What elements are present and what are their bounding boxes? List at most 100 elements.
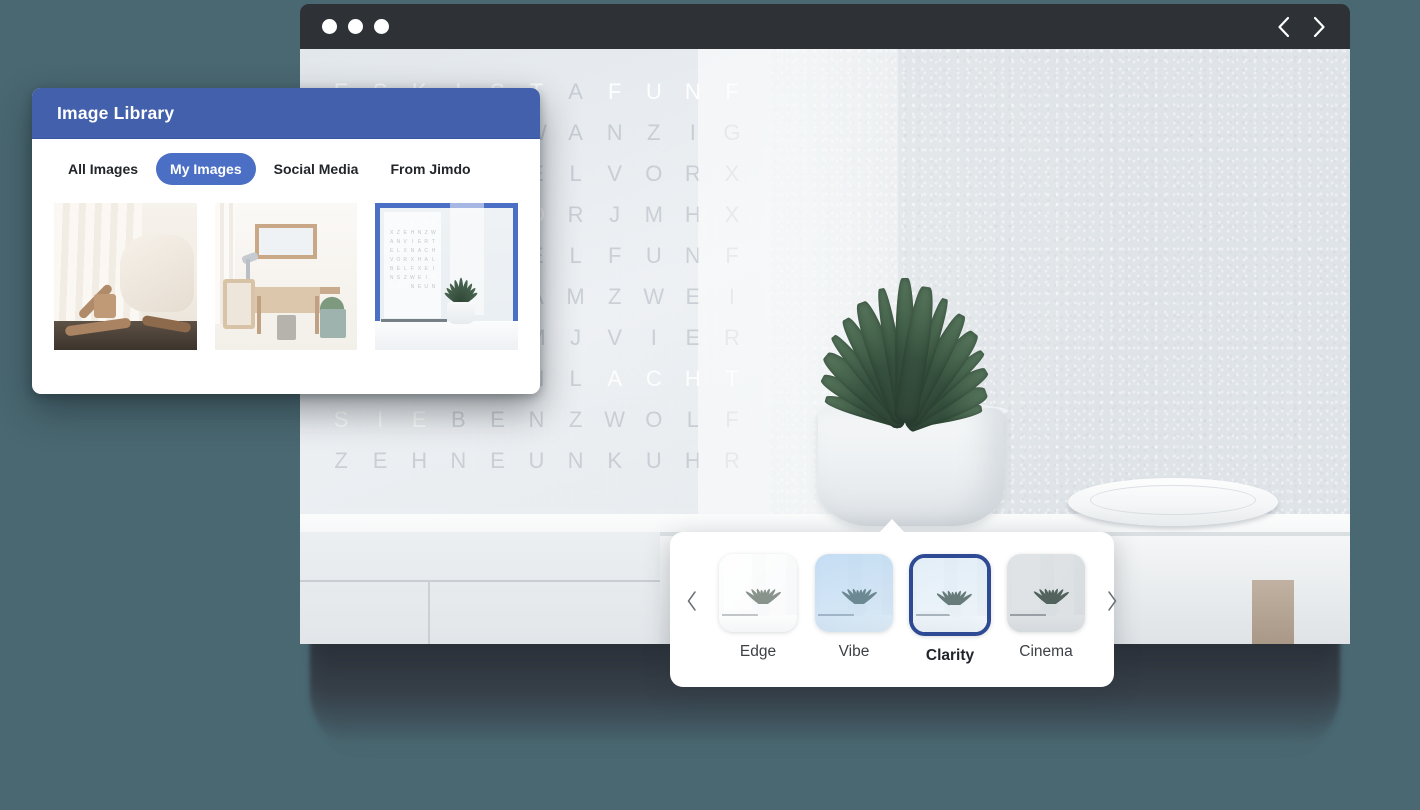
maximize-dot-icon[interactable] (374, 19, 389, 34)
poster-letter-mini: H (410, 229, 415, 236)
filter-option-cinema[interactable]: Cinema (998, 554, 1094, 665)
poster-letter-mini: S (396, 274, 401, 281)
desk-leg-right (314, 295, 319, 334)
filter-prev-button[interactable] (678, 590, 706, 612)
tab-all-images[interactable]: All Images (54, 153, 152, 185)
poster-letter-mini: U (417, 220, 422, 227)
poster-letter: O (645, 407, 664, 432)
cabinet-seam (300, 580, 660, 582)
poster-letter-mini: N (410, 247, 415, 254)
tab-social-media[interactable]: Social Media (260, 153, 373, 185)
poster-letter: F (607, 243, 623, 268)
plant-leaves-mini (440, 275, 483, 307)
filter-option-vibe[interactable]: Vibe (806, 554, 902, 665)
poster-letter: E (411, 407, 428, 432)
filter-label: Edge (739, 643, 777, 660)
poster-letter-mini: E (424, 265, 428, 272)
chevron-right-icon[interactable] (1306, 14, 1332, 40)
filter-thumbnail[interactable] (1007, 554, 1085, 632)
succulent-plant (740, 206, 1070, 526)
poster-letter: A (568, 120, 584, 145)
image-library-dialog: Image Library All Images My Images Social … (32, 88, 540, 394)
poster-letter: V (607, 325, 624, 350)
poster-letter-mini: A (431, 274, 436, 281)
minimize-dot-icon[interactable] (348, 19, 363, 34)
poster-letter: I (377, 407, 385, 432)
poster-letter-mini: R (403, 256, 408, 263)
poster-letter: L (569, 161, 583, 186)
poster-letter-grid-mini: ESTFUNFXZEHNZWANVIERTELXNACHVORXHALBELFX… (384, 212, 441, 299)
poster-letter-mini: O (396, 256, 401, 263)
poster-letter-mini: L (403, 265, 407, 272)
filter-next-button[interactable] (1098, 590, 1126, 612)
poster-letter-mini: I (432, 265, 435, 272)
poster-letter-mini: N (424, 220, 429, 227)
poster-letter-mini: W (431, 229, 436, 236)
chevron-left-icon[interactable] (1270, 14, 1296, 40)
poster-letter-mini: N (396, 238, 401, 245)
poster-letter: M (566, 284, 586, 309)
poster-letter-mini: H (396, 283, 401, 290)
filter-option-clarity[interactable]: Clarity (902, 554, 998, 665)
list-item[interactable] (214, 203, 358, 350)
poster-letter: U (645, 79, 663, 104)
filter-thumbnail[interactable] (909, 554, 991, 636)
poster-letter: N (528, 407, 546, 432)
poster-letter-mini: T (403, 220, 407, 227)
image-library-tabs: All Images My Images Social Media From Jimd… (32, 139, 540, 197)
filter-thumbnail[interactable] (815, 554, 893, 632)
tab-from-jimdo[interactable]: From Jimdo (376, 153, 484, 185)
filter-label: Clarity (925, 647, 975, 664)
poster-letter-mini: T (431, 238, 435, 245)
poster-letter-mini: E (417, 238, 422, 245)
poster-letter: H (411, 448, 429, 473)
poster-letter-mini: E (390, 247, 394, 254)
poster-letter-mini: N (410, 283, 415, 290)
poster-letter-mini: L (397, 247, 400, 254)
list-item[interactable]: ESTFUNFXZEHNZWANVIERTELXNACHVORXHALBELFX… (375, 203, 519, 350)
filter-preview-image (719, 554, 797, 632)
poster-letter-mini: E (396, 265, 401, 272)
poster-letter: E (490, 407, 506, 432)
desk-leg-left (257, 295, 262, 334)
poster-letter: I (650, 325, 658, 350)
poster-letter: N (567, 448, 585, 473)
poster-letter-mini: A (424, 256, 428, 263)
poster-letter: L (569, 243, 583, 268)
list-item[interactable] (54, 203, 197, 350)
poster-letter: L (569, 366, 583, 391)
poster-letter-mini: W (410, 274, 415, 281)
poster-letter: M (644, 202, 664, 227)
filter-label: Cinema (1019, 643, 1073, 660)
filter-label: Vibe (838, 643, 870, 660)
poster-letter: E (372, 448, 389, 473)
poster-letter-mini: X (390, 229, 394, 236)
poster-letter-mini: V (403, 238, 407, 245)
poster-letter-mini: U (424, 283, 429, 290)
tab-my-images[interactable]: My Images (156, 153, 256, 185)
poster-letter-mini: N (431, 283, 436, 290)
poster-letter: E (490, 448, 506, 473)
shelf-surface-mini (375, 320, 519, 350)
filter-list: Edge Vibe Clarity Cinema (706, 554, 1098, 665)
white-plate (1068, 478, 1278, 526)
image-library-grid: ESTFUNFXZEHNZWANVIERTELXNACHVORXHALBELFX… (32, 197, 540, 350)
shelf-edge-mini (381, 319, 447, 323)
filter-preview-image (815, 554, 893, 632)
poster-letter-mini: C (389, 283, 394, 290)
desk-drawer (254, 286, 321, 314)
poster-letter: A (607, 366, 624, 391)
filter-option-edge[interactable]: Edge (710, 554, 806, 665)
filter-thumbnail[interactable] (719, 554, 797, 632)
poster-letter-mini: I (411, 238, 414, 245)
poster-letter-mini: H (417, 256, 422, 263)
poster-letter: K (607, 448, 624, 473)
poster-letter: U (645, 243, 663, 268)
ceramic-pot-mini (446, 301, 476, 324)
poster-letter-mini: H (431, 247, 436, 254)
poster-letter: V (607, 161, 624, 186)
poster-letter: U (645, 448, 663, 473)
plant-pot (320, 308, 346, 339)
poster-letter-mini: Z (396, 229, 400, 236)
close-dot-icon[interactable] (322, 19, 337, 34)
